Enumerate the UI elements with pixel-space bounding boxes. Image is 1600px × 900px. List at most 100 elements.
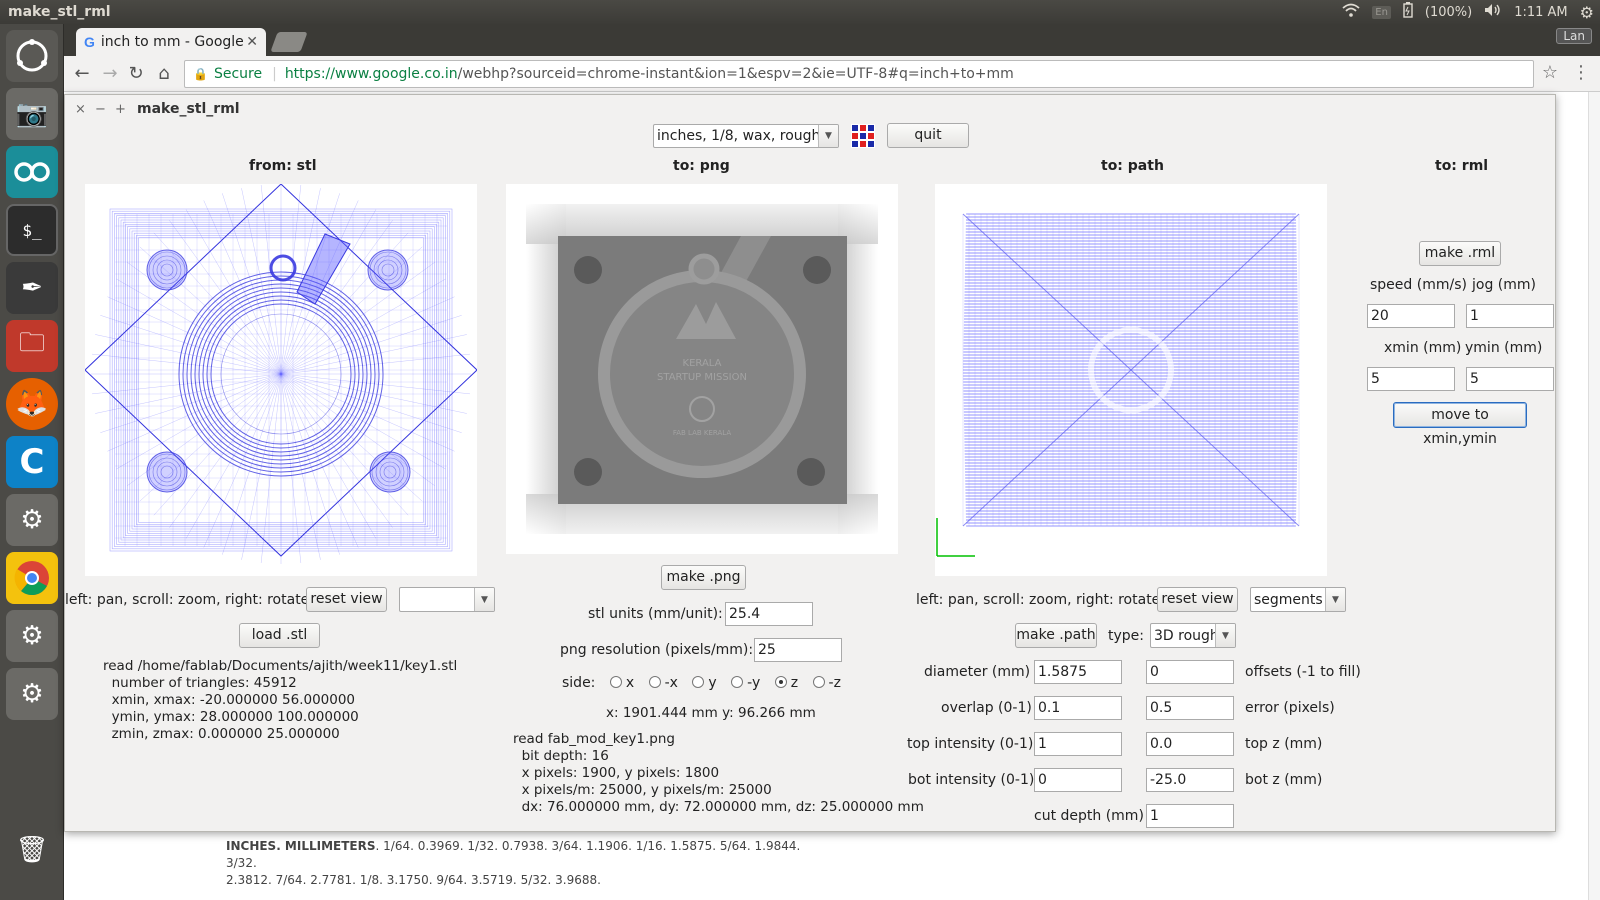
path-type-select[interactable]: 3D rough ▼ xyxy=(1150,623,1236,648)
arduino-icon[interactable] xyxy=(6,146,58,198)
battery-icon[interactable] xyxy=(1403,2,1413,22)
xmin-label: xmin (mm) xyxy=(1384,340,1462,356)
top-z-input[interactable]: 0.0 xyxy=(1146,732,1234,756)
reload-icon[interactable]: ↻ xyxy=(124,62,148,86)
bot-z-input[interactable]: -25.0 xyxy=(1146,768,1234,792)
active-window-title: make_stl_rml xyxy=(8,4,111,20)
preset-select[interactable]: inches, 1/8, wax, rough ▼ xyxy=(653,124,839,148)
stl-view-select[interactable]: ▼ xyxy=(399,587,495,612)
stl-view-hint: left: pan, scroll: zoom, right: rotate xyxy=(65,592,310,608)
stl-units-label: stl units (mm/unit): xyxy=(588,606,723,622)
system-tray: En (100%) 1:11 AM ⚙ xyxy=(1342,0,1594,24)
new-tab-button[interactable] xyxy=(270,32,308,52)
lock-icon: 🔒 xyxy=(193,67,208,81)
path-view-select[interactable]: segments ▼ xyxy=(1250,587,1346,612)
to-rml-header: to: rml xyxy=(1435,158,1489,174)
top-intensity-input[interactable]: 1 xyxy=(1034,732,1122,756)
wifi-icon[interactable] xyxy=(1342,3,1360,21)
top-z-label: top z (mm) xyxy=(1245,736,1323,752)
side-radio-neg-y[interactable] xyxy=(731,676,744,688)
side-radio-z[interactable] xyxy=(774,676,787,688)
to-path-header: to: path xyxy=(1101,158,1164,174)
diameter-input[interactable]: 1.5875 xyxy=(1034,660,1122,684)
speed-input[interactable]: 20 xyxy=(1367,304,1455,328)
address-bar[interactable]: 🔒 Secure | https://www.google.co.in /web… xyxy=(184,60,1534,88)
maximize-window-icon[interactable]: + xyxy=(115,102,126,117)
side-radio-neg-x[interactable] xyxy=(648,676,661,688)
system-top-bar: make_stl_rml En (100%) 1:11 AM ⚙ xyxy=(0,0,1600,24)
back-icon[interactable]: ← xyxy=(70,62,94,86)
profile-button[interactable]: Lan xyxy=(1556,28,1592,44)
chevron-down-icon: ▼ xyxy=(818,125,838,147)
settings-gear-icon[interactable]: ⚙ xyxy=(1580,3,1594,22)
ymin-input[interactable]: 5 xyxy=(1466,367,1554,391)
volume-icon[interactable] xyxy=(1484,3,1502,21)
cura-icon[interactable]: C xyxy=(6,436,58,488)
system-settings-icon[interactable]: ⚙ xyxy=(6,494,58,546)
bot-intensity-input[interactable]: 0 xyxy=(1034,768,1122,792)
keyboard-layout-indicator[interactable]: En xyxy=(1372,5,1391,19)
chevron-down-icon: ▼ xyxy=(1325,588,1345,611)
inkscape-icon[interactable]: ✒ xyxy=(6,262,58,314)
toolpath-canvas xyxy=(936,213,1300,557)
jog-input[interactable]: 1 xyxy=(1466,304,1554,328)
table-heading: INCHES. MILLIMETERS xyxy=(226,839,376,853)
files-icon[interactable]: 🗀 xyxy=(6,320,58,372)
diameter-label: diameter (mm) xyxy=(924,664,1031,680)
quit-button[interactable]: quit xyxy=(887,123,969,148)
stl-mesh-view[interactable] xyxy=(84,183,478,576)
side-radio-y[interactable] xyxy=(692,676,705,688)
dash-home-icon[interactable] xyxy=(6,30,58,82)
xmin-input[interactable]: 5 xyxy=(1367,367,1455,391)
side-label: side: xyxy=(562,675,596,691)
bot-intensity-label: bot intensity (0-1) xyxy=(908,772,1035,788)
browser-tab[interactable]: G inch to mm - Google ✕ xyxy=(76,28,266,56)
browser-menu-icon[interactable]: ⋮ xyxy=(1572,62,1590,83)
make-png-button[interactable]: make .png xyxy=(661,565,746,590)
png-resolution-input[interactable]: 25 xyxy=(754,638,842,662)
close-window-icon[interactable]: × xyxy=(75,102,86,117)
chevron-down-icon: ▼ xyxy=(474,588,494,611)
offsets-label: offsets (-1 to fill) xyxy=(1245,664,1361,680)
color-grid-icon[interactable] xyxy=(851,124,875,152)
minimize-window-icon[interactable]: − xyxy=(95,102,106,117)
tab-title: inch to mm - Google xyxy=(100,34,244,50)
path-reset-view-button[interactable]: reset view xyxy=(1157,587,1238,612)
move-to-xmin-ymin-button[interactable]: move to xmin,ymin xyxy=(1393,402,1527,447)
firefox-icon[interactable]: 🦊 xyxy=(6,378,58,430)
make-rml-button[interactable]: make .rml xyxy=(1419,241,1501,266)
error-input[interactable]: 0.5 xyxy=(1146,696,1234,720)
forward-icon[interactable]: → xyxy=(98,62,122,86)
png-depth-view[interactable]: KERALA STARTUP MISSION FAB LAB KERALA xyxy=(506,184,898,554)
battery-percent: (100%) xyxy=(1424,4,1473,20)
close-tab-icon[interactable]: ✕ xyxy=(246,34,258,50)
browser-tab-strip: G inch to mm - Google ✕ Lan xyxy=(64,24,1600,56)
settings-app-icon[interactable]: ⚙ xyxy=(6,610,58,662)
top-intensity-label: top intensity (0-1) xyxy=(907,736,1034,752)
load-stl-button[interactable]: load .stl xyxy=(239,623,320,648)
camera-app-icon[interactable]: 📷 xyxy=(6,88,58,140)
trash-icon[interactable]: 🗑 xyxy=(6,824,58,876)
url-host: https://www.google.co.in xyxy=(284,66,458,82)
bookmark-star-icon[interactable]: ☆ xyxy=(1542,62,1558,83)
browser-toolbar: ← → ↻ ⌂ 🔒 Secure | https://www.google.co… xyxy=(64,56,1600,92)
page-scrollbar[interactable] xyxy=(1588,92,1600,900)
terminal-icon[interactable]: $_ xyxy=(6,204,58,256)
side-radio-x[interactable] xyxy=(609,676,622,688)
make-path-button[interactable]: make .path xyxy=(1015,623,1097,648)
side-radio-neg-z[interactable] xyxy=(812,676,825,688)
toolpath-view[interactable] xyxy=(935,184,1327,576)
offsets-input[interactable]: 0 xyxy=(1146,660,1234,684)
settings-app-2-icon[interactable]: ⚙ xyxy=(6,668,58,720)
home-icon[interactable]: ⌂ xyxy=(152,62,176,86)
stl-reset-view-button[interactable]: reset view xyxy=(306,587,387,612)
speed-label: speed (mm/s) xyxy=(1370,277,1467,293)
stl-units-input[interactable]: 25.4 xyxy=(725,602,813,626)
window-title: make_stl_rml xyxy=(137,101,240,117)
to-png-header: to: png xyxy=(673,158,730,174)
chrome-icon[interactable] xyxy=(6,552,58,604)
overlap-input[interactable]: 0.1 xyxy=(1034,696,1122,720)
clock[interactable]: 1:11 AM xyxy=(1514,5,1567,20)
cut-depth-input[interactable]: 1 xyxy=(1146,804,1234,828)
bot-z-label: bot z (mm) xyxy=(1245,772,1323,788)
